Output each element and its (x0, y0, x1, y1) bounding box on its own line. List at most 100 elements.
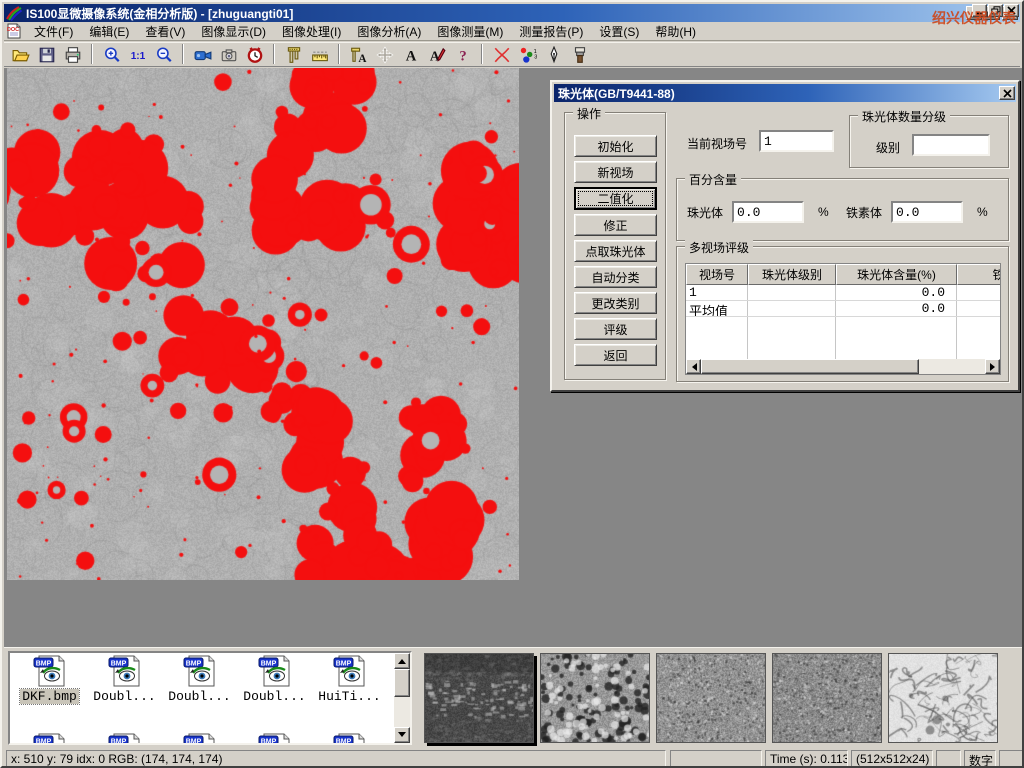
menu-item[interactable]: 编辑(E) (81, 21, 137, 42)
pearlite-percent-input[interactable]: 0.0 (732, 201, 804, 223)
bmp-file-icon: BMP (333, 655, 367, 687)
file-browser-scrollbar[interactable] (394, 653, 410, 743)
toolbar-button[interactable] (242, 43, 268, 66)
child-restore-button[interactable] (988, 4, 1003, 17)
thumbnail-3[interactable] (656, 653, 766, 743)
operation-button[interactable]: 新视场 (574, 161, 657, 183)
status-position: x: 510 y: 79 idx: 0 RGB: (174, 174, 174) (6, 750, 666, 767)
file-item[interactable]: BMP Doubl... (162, 655, 237, 704)
scroll-up-button[interactable] (394, 653, 410, 669)
toolbar-button[interactable] (489, 43, 515, 66)
file-item[interactable]: BMP (312, 733, 387, 745)
dialog-title: 珠光体(GB/T9441-88) (558, 85, 675, 102)
toolbar-button[interactable]: 13 (515, 43, 541, 66)
scroll-thumb[interactable] (394, 669, 410, 697)
menu-item[interactable]: 图像显示(D) (193, 21, 274, 42)
percent-legend: 百分含量 (685, 171, 741, 188)
menu-item[interactable]: 图像分析(A) (349, 21, 429, 42)
menu-item[interactable]: 设置(S) (591, 21, 647, 42)
toolbar-icon (194, 46, 212, 64)
toolbar-button[interactable]: A (398, 43, 424, 66)
table-row[interactable]: 平均值 0.0 (686, 301, 1000, 317)
grade-input[interactable] (912, 134, 990, 156)
toolbar-button[interactable]: A (424, 43, 450, 66)
table-row[interactable]: 1 0.0 (686, 285, 1000, 301)
scroll-down-button[interactable] (394, 727, 410, 743)
toolbar-icon: A (428, 46, 446, 64)
toolbar-icon: ? (454, 46, 472, 64)
toolbar-button[interactable] (151, 43, 177, 66)
operation-button[interactable]: 二值化 (574, 187, 657, 210)
file-item[interactable]: BMP (12, 733, 87, 745)
operation-button[interactable]: 更改类别 (574, 292, 657, 314)
dialog-title-bar[interactable]: 珠光体(GB/T9441-88) (554, 84, 1016, 102)
dialog-close-button[interactable] (999, 86, 1015, 100)
toolbar-button[interactable] (190, 43, 216, 66)
toolbar-button[interactable]: ? (450, 43, 476, 66)
file-item[interactable]: BMP DKF.bmp (12, 655, 87, 704)
file-item[interactable]: BMP (87, 733, 162, 745)
toolbar-button[interactable] (372, 43, 398, 66)
operation-button[interactable]: 返回 (574, 344, 657, 366)
scroll-thumb[interactable] (701, 359, 919, 374)
svg-text:BMP: BMP (260, 739, 276, 746)
file-item[interactable]: BMP (237, 733, 312, 745)
file-item[interactable]: BMP HuiTi... (312, 655, 387, 704)
menu-item[interactable]: 帮助(H) (647, 21, 704, 42)
toolbar-button[interactable] (307, 43, 333, 66)
toolbar-icon (571, 46, 589, 64)
toolbar-button[interactable] (216, 43, 242, 66)
toolbar-icon (38, 46, 56, 64)
toolbar-button[interactable]: 1:1 (125, 43, 151, 66)
file-item[interactable]: BMP Doubl... (87, 655, 162, 704)
menu-item[interactable]: 查看(V) (137, 21, 193, 42)
table-header-cell: 铁素体含量(%) (957, 264, 1001, 285)
operation-button[interactable]: 评级 (574, 318, 657, 340)
thumbnail-1[interactable] (424, 653, 534, 743)
title-bar[interactable]: IS100显微摄像系统(金相分析版) - [zhuguangti01] (4, 4, 1020, 22)
thumbnail-4[interactable] (772, 653, 882, 743)
operations-legend: 操作 (573, 105, 605, 122)
toolbar-button[interactable] (281, 43, 307, 66)
toolbar-icon (103, 46, 121, 64)
toolbar-button[interactable] (567, 43, 593, 66)
workspace: 珠光体(GB/T9441-88) 操作 初始化 新视场 二值化 修正 (4, 68, 1024, 647)
toolbar-button[interactable]: A (346, 43, 372, 66)
table-hscrollbar[interactable] (686, 359, 1000, 374)
menu-item[interactable]: 图像测量(M) (429, 21, 511, 42)
svg-text:A: A (430, 48, 440, 63)
multiview-table: 视场号珠光体级别珠光体含量(%)铁素体含量(%) 1 0.0 (685, 263, 1001, 375)
toolbar-button[interactable] (60, 43, 86, 66)
operation-button[interactable]: 点取珠光体 (574, 240, 657, 262)
file-item[interactable]: BMP (162, 733, 237, 745)
minimize-icon (975, 6, 985, 15)
toolbar-button[interactable] (8, 43, 34, 66)
svg-text:BMP: BMP (185, 739, 201, 746)
toolbar-button[interactable] (541, 43, 567, 66)
svg-text:BMP: BMP (185, 661, 201, 668)
thumbnail-5[interactable] (888, 653, 998, 743)
operation-button[interactable]: 修正 (574, 214, 657, 236)
file-name: Doubl... (91, 689, 157, 704)
scroll-left-button[interactable] (686, 359, 701, 374)
scroll-right-button[interactable] (985, 359, 1000, 374)
child-minimize-button[interactable] (972, 4, 987, 17)
status-mode: 数字 (964, 750, 996, 767)
table-header-cell: 珠光体级别 (748, 264, 836, 285)
operation-button[interactable]: 初始化 (574, 135, 657, 157)
multiview-group: 多视场评级 视场号珠光体级别珠光体含量(%)铁素体含量(%) 1 (676, 246, 1009, 382)
menu-item[interactable]: 图像处理(I) (274, 21, 349, 42)
metallograph-image[interactable] (7, 68, 519, 580)
file-item[interactable]: BMP Doubl... (237, 655, 312, 704)
table-body: 1 0.0 平均值 0.0 (686, 285, 1000, 359)
ferrite-percent-input[interactable]: 0.0 (891, 201, 963, 223)
menu-item[interactable]: 测量报告(P) (511, 21, 591, 42)
child-close-button[interactable] (1004, 4, 1019, 17)
thumbnail-2[interactable] (540, 653, 650, 743)
current-view-input[interactable]: 1 (759, 130, 834, 152)
operation-button[interactable]: 自动分类 (574, 266, 657, 288)
toolbar-button[interactable] (34, 43, 60, 66)
toolbar-button[interactable] (99, 43, 125, 66)
menu-item[interactable]: 文件(F) (26, 21, 81, 42)
svg-text:BMP: BMP (110, 739, 126, 746)
